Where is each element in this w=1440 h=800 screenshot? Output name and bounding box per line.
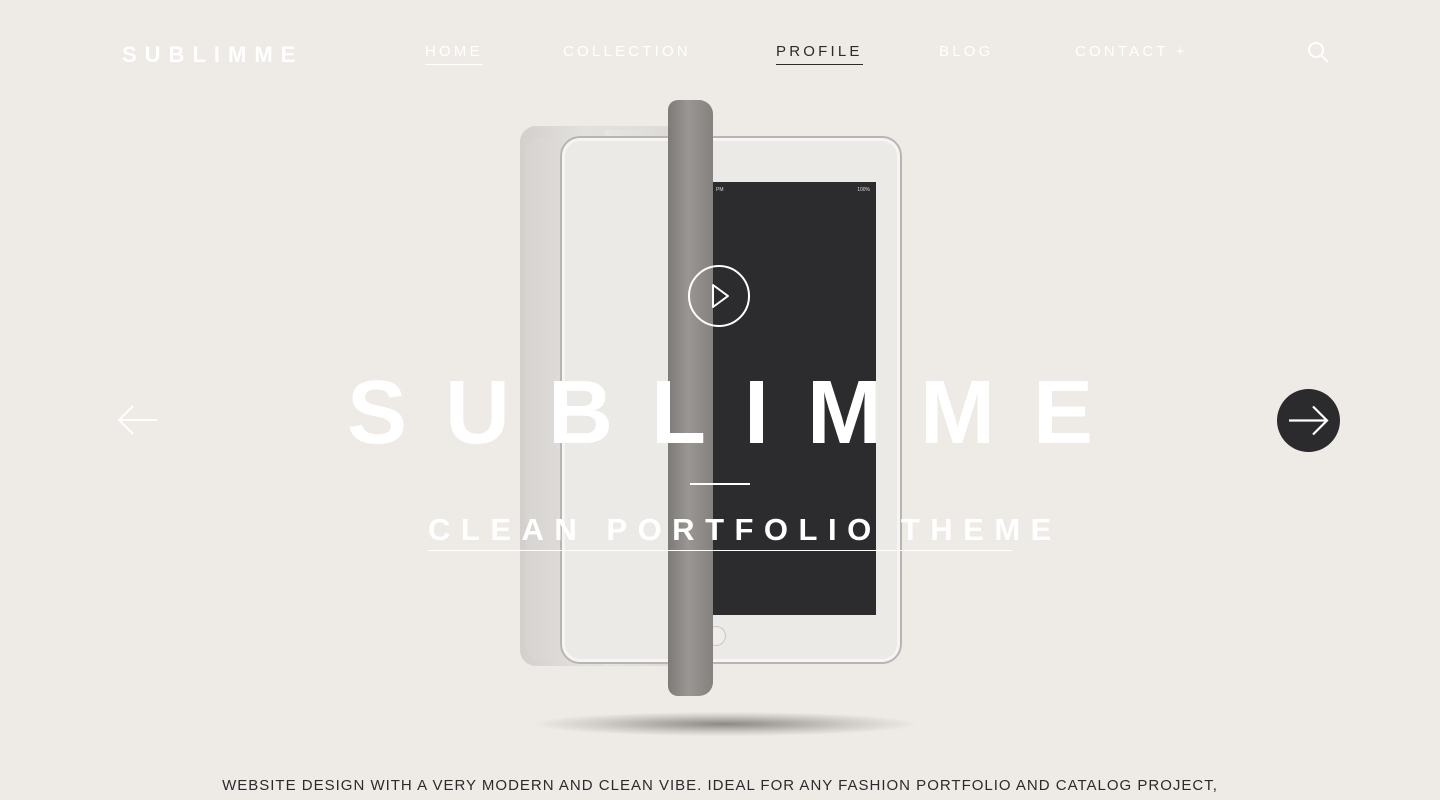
- screen-time: PM: [716, 187, 724, 193]
- nav-item-contact[interactable]: CONTACT +: [1075, 43, 1188, 64]
- arrow-right-icon: [1289, 405, 1329, 436]
- nav-item-blog[interactable]: BLOG: [939, 43, 993, 64]
- nav-item-home[interactable]: HOME: [425, 43, 483, 65]
- screen-battery: 100%: [857, 187, 870, 193]
- main-nav: HOME COLLECTION PROFILE BLOG CONTACT +: [0, 43, 1440, 73]
- search-icon[interactable]: [1306, 40, 1330, 64]
- arrow-left-icon[interactable]: [117, 404, 159, 436]
- next-slide-button[interactable]: [1277, 389, 1340, 452]
- hero-divider: [690, 483, 750, 485]
- hero-description: WEBSITE DESIGN WITH A VERY MODERN AND CL…: [222, 777, 1218, 794]
- hero-subtitle-link[interactable]: CLEAN PORTFOLIO THEME: [428, 512, 1062, 551]
- nav-item-profile[interactable]: PROFILE: [776, 43, 863, 65]
- hero-title: SUBLIMME: [347, 363, 1131, 463]
- play-icon[interactable]: [688, 265, 750, 327]
- hero-subtitle: CLEAN PORTFOLIO THEME: [428, 512, 1062, 547]
- device-shadow: [535, 712, 915, 736]
- nav-item-collection[interactable]: COLLECTION: [563, 43, 691, 64]
